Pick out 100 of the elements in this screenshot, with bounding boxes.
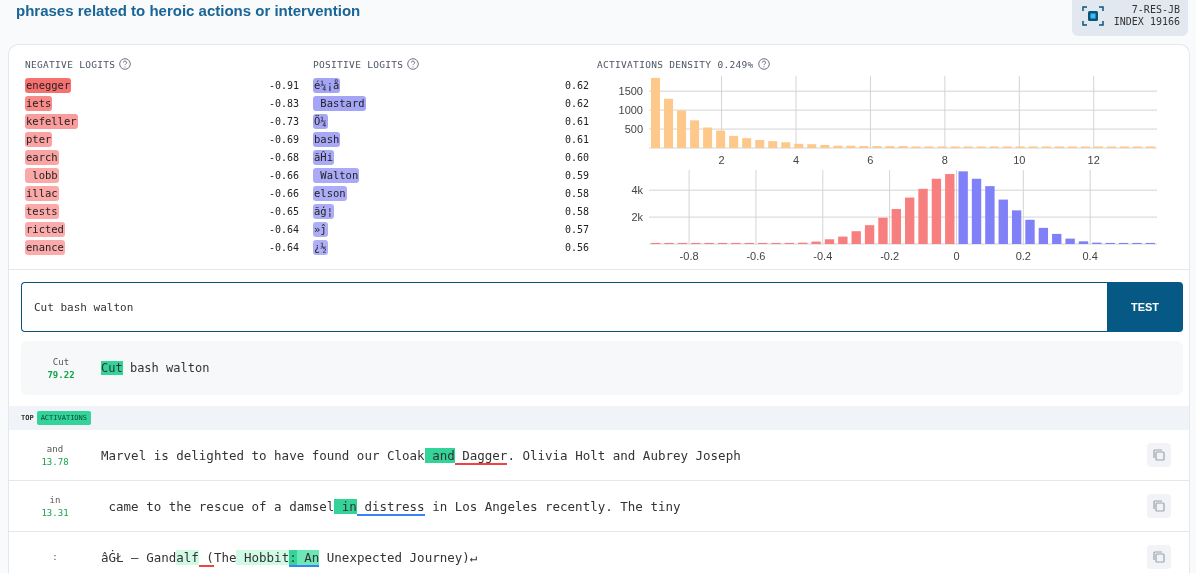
logit-value: -0.66 [268,187,299,199]
histogram-bar [1078,241,1089,244]
axis-tick-label: 1500 [618,85,643,98]
section-heading: ACTIVATIONS DENSITY 0.249% [597,58,754,70]
token-chip: é¼¡å [313,77,341,93]
help-icon[interactable] [757,58,770,70]
histogram-bar [755,140,765,148]
page-title: phrases related to heroic actions or intervention [16,2,361,21]
token-chip: pter [25,131,53,147]
axis-tick-label: 0.4 [1082,250,1098,262]
histogram-bar [851,231,861,244]
histogram-bar [905,197,915,244]
token-chip: enance [25,239,65,255]
logit-value: -0.69 [268,133,299,145]
histogram-bar [1011,210,1022,244]
token-chip: Bastard [313,95,366,111]
token-label: in [49,494,61,505]
histogram-bar [824,239,835,244]
token-chip: lobb [25,167,59,183]
logit-value: 0.57 [564,223,589,235]
axis-tick-label: -0.2 [880,250,900,262]
histogram-bar [677,110,687,148]
token-chip: ãĤi [313,149,334,165]
help-icon[interactable] [119,58,132,70]
logit-value: -0.83 [268,97,299,109]
logit-value: -0.91 [268,79,299,91]
axis-tick-label: 0 [953,250,960,262]
axis-tick-label: 4 [792,154,800,166]
copy-icon [1152,448,1166,462]
logit-value: 0.61 [564,133,589,145]
axis-tick-label: 10 [1013,154,1026,166]
token-chip: bash [313,131,341,147]
copy-icon [1152,499,1166,513]
logit-value: 0.56 [564,241,589,253]
histogram-bar [690,120,700,148]
token-chip: »ĵ [313,221,328,237]
copy-icon [1152,550,1166,564]
histogram-bar [716,130,726,148]
histogram-bar [878,217,888,244]
histogram-bar [811,241,821,244]
token-chip: enegger [25,77,72,93]
token-chip: earch [25,149,59,165]
histogram-bar [1065,238,1075,244]
logit-value: 0.58 [564,187,589,199]
test-button[interactable]: TEST [1107,282,1183,332]
logit-value: -0.68 [268,151,299,163]
histogram-bar [1038,227,1049,244]
logit-value: -0.66 [268,169,299,181]
token-chip: tests [25,203,59,219]
axis-tick-label: 12 [1087,154,1100,166]
token-chip: ricted [25,221,65,237]
token-chip: Ö¼ [313,113,328,129]
histogram-bar [918,188,928,244]
logit-value: 0.59 [564,169,589,181]
logit-value: 0.58 [564,205,589,217]
histogram-bar [864,225,875,244]
token-label: and [46,443,64,454]
histogram-bar [971,178,982,244]
logit-value: 0.60 [564,151,589,163]
histogram-bar [846,145,856,148]
histogram-bar [838,236,848,244]
token-chip: ¿½ [313,239,328,255]
section-heading: POSITIVE LOGITS [313,58,404,70]
help-icon[interactable] [407,58,420,70]
histogram-bar [833,145,843,148]
axis-tick-label: 4k [631,184,643,197]
token-chip: kefeller [25,113,78,129]
axis-tick-label: 8 [941,154,948,166]
axis-tick-label: 0.2 [1015,250,1031,262]
logit-value: -0.64 [268,223,299,235]
activation-score: 13.78 [41,456,69,467]
histogram-bar [998,199,1008,244]
activation-score: 79.22 [47,369,75,380]
logit-value: 0.61 [564,115,589,127]
text-input-field[interactable]: Cut bash walton [21,282,1107,332]
histogram-bar [891,209,901,244]
activation-text: Cut bash walton [101,361,210,375]
token-chip: elson [313,185,347,201]
histogram-bar [651,77,661,148]
activation-text: âĠŁ – Gandalf (The Hobbit: An Unexpected Journey)↵ [101,549,479,565]
axis-tick-label: 6 [867,154,874,166]
axis-tick-label: 2k [631,211,643,224]
histogram-bar [781,142,791,148]
badge-text: 7-RES-JB [1131,4,1180,16]
token-chip: Walton [313,167,360,183]
histogram-bar [985,186,995,244]
token-chip: ãģ¦ [313,203,334,219]
histogram-bar [742,138,752,148]
token-label: : [52,552,58,562]
badge-text: INDEX 19166 [1113,16,1180,28]
logit-value: 0.62 [564,79,589,91]
axis-tick-label: -0.4 [813,250,833,262]
histogram-bar [664,98,674,148]
histogram-bar [945,174,955,244]
histogram-bar [931,178,942,244]
histogram-bar [807,144,817,148]
activation-score: 13.31 [41,507,69,518]
histogram-bar [820,144,830,148]
section-heading: NEGATIVE LOGITS [25,58,116,70]
token-chip: illac [25,185,59,201]
